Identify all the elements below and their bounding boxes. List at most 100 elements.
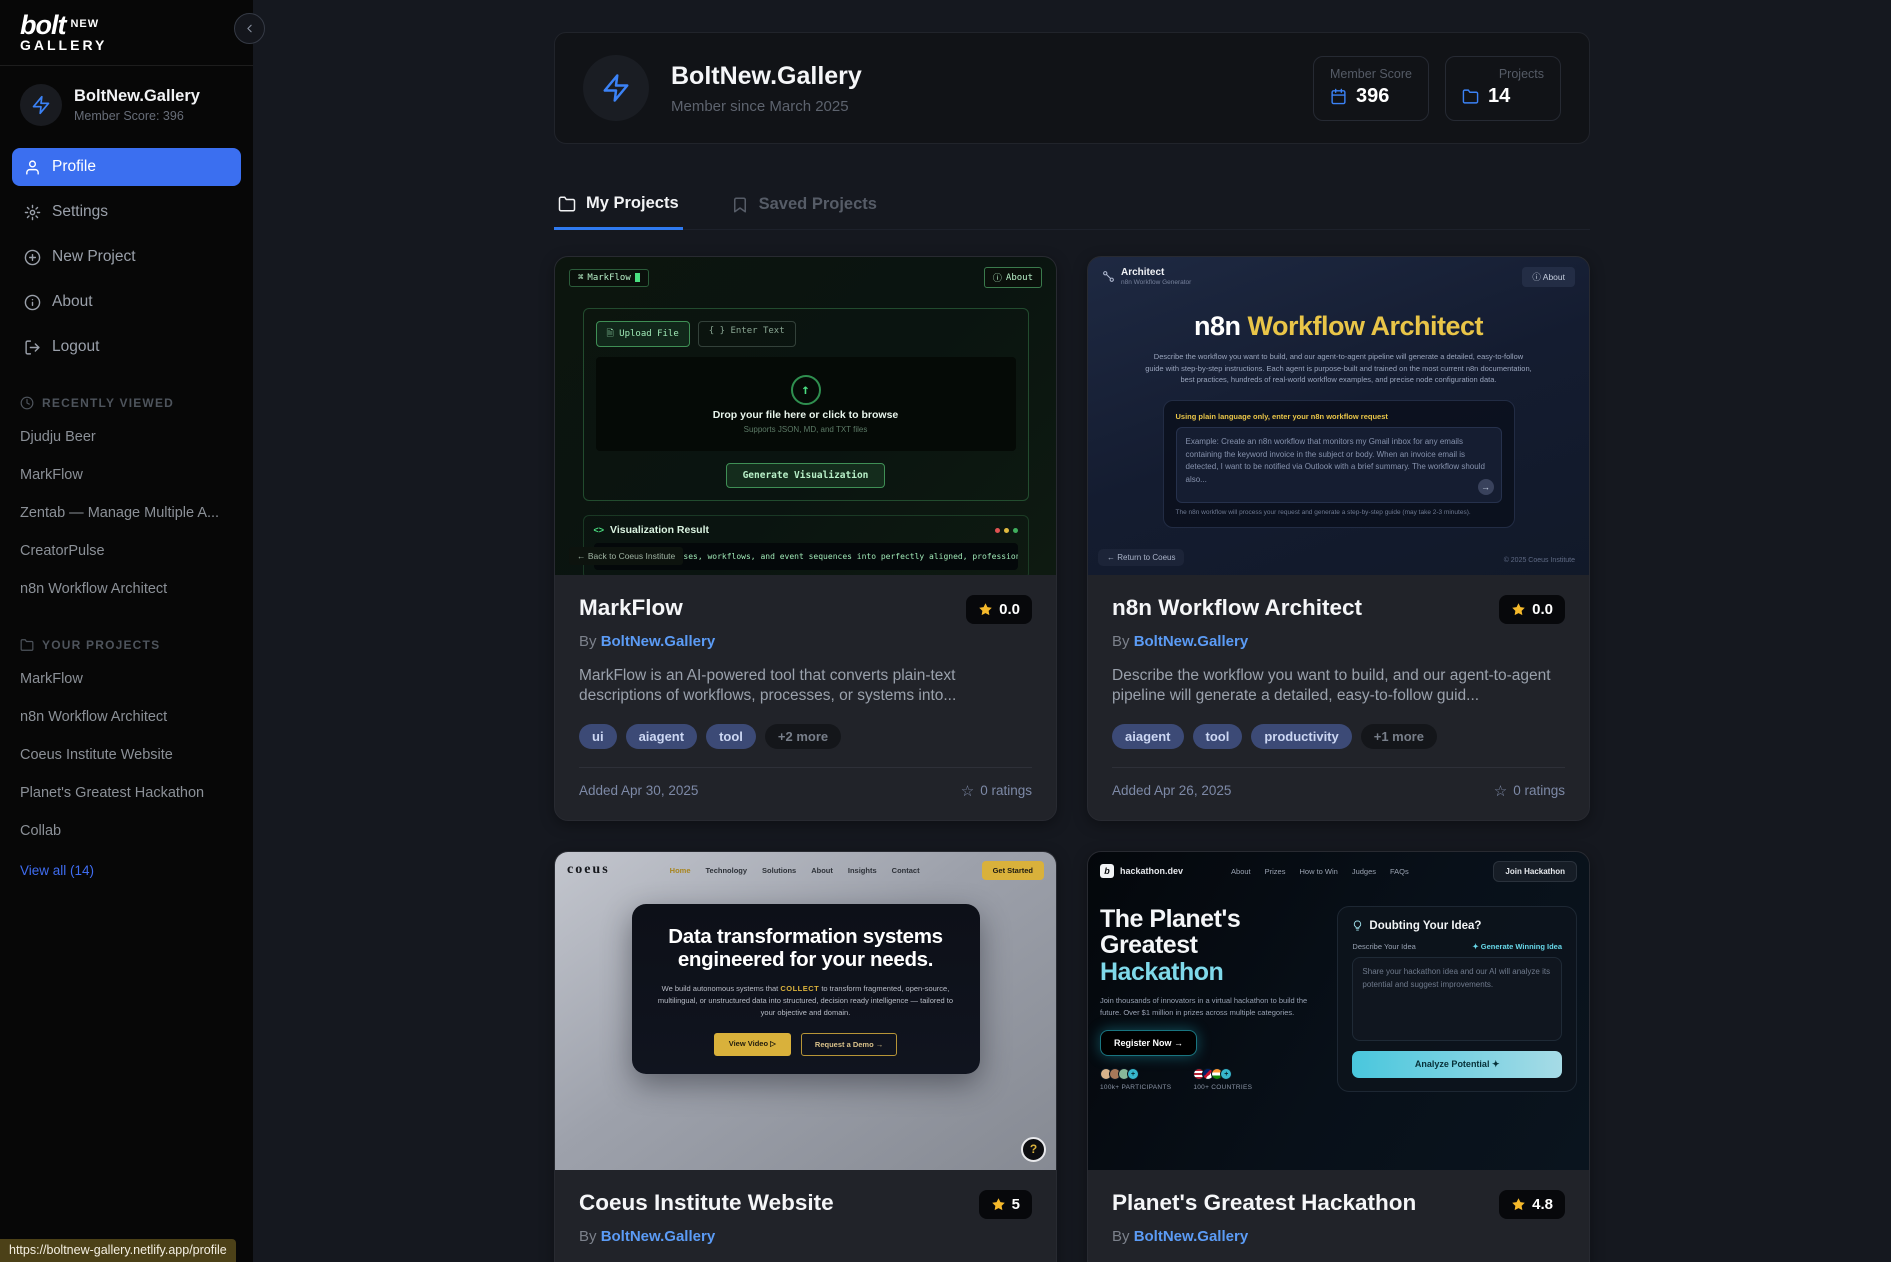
ratings-count[interactable]: ☆ 0 ratings (1494, 782, 1565, 800)
project-thumbnail[interactable]: ⌘ MarkFlow ⓘ About 🗎 Upload File { } Ent… (555, 257, 1056, 575)
stat-value: 14 (1488, 84, 1511, 107)
tag[interactable]: tool (1192, 723, 1243, 749)
traffic-dots (994, 527, 1018, 533)
recent-item[interactable]: CreatorPulse (0, 532, 253, 570)
main-content: BoltNew.Gallery Member since March 2025 … (253, 0, 1891, 1262)
tab-label: Saved Projects (758, 195, 877, 213)
user-icon (26, 159, 39, 175)
logo-new-text: NEW (70, 18, 100, 30)
project-item[interactable]: Planet's Greatest Hackathon (0, 774, 253, 812)
tab-my-projects[interactable]: My Projects (554, 188, 683, 230)
browser-status-url: https://boltnew-gallery.netlify.app/prof… (0, 1239, 236, 1262)
sidebar-item-profile[interactable]: Profile (12, 148, 241, 186)
recent-item[interactable]: Zentab — Manage Multiple A... (0, 494, 253, 532)
project-item[interactable]: Collab (0, 812, 253, 850)
generate-winning-idea-link: ✦ Generate Winning Idea (1472, 941, 1562, 951)
star-icon (979, 603, 992, 616)
zap-icon (32, 95, 50, 115)
your-projects-section: YOUR PROJECTS MarkFlow n8n Workflow Arch… (0, 638, 253, 891)
logout-icon (25, 339, 40, 355)
folder-icon (1462, 88, 1479, 104)
page-title: BoltNew.Gallery (671, 61, 862, 90)
thumb-about-button: ⓘ About (983, 267, 1042, 288)
plus-circle-icon (24, 249, 41, 265)
sidebar: bolt NEW GALLERY BoltNew.Gallery Member … (0, 0, 253, 1262)
project-item[interactable]: MarkFlow (0, 660, 253, 698)
tag[interactable]: tool (706, 723, 756, 749)
project-title[interactable]: MarkFlow (579, 595, 683, 621)
tag[interactable]: ui (579, 723, 617, 749)
project-thumbnail[interactable]: Architect n8n Workflow Generator ⓘ About… (1088, 257, 1589, 575)
project-card-coeus: coeus Home Technology Solutions About In… (554, 850, 1057, 1262)
star-icon (991, 1198, 1005, 1211)
project-item[interactable]: Coeus Institute Website (0, 736, 253, 774)
sidebar-profile-summary: BoltNew.Gallery Member Score: 396 (0, 66, 253, 142)
ratings-count[interactable]: ☆ 0 ratings (961, 782, 1032, 800)
app-window: bolt NEW GALLERY BoltNew.Gallery Member … (0, 0, 1891, 1262)
tag[interactable]: aiagent (1112, 723, 1184, 749)
author-link[interactable]: BoltNew.Gallery (601, 633, 715, 650)
rating-badge: 0.0 (966, 595, 1032, 624)
clock-icon (20, 396, 34, 410)
author-link[interactable]: BoltNew.Gallery (1134, 1228, 1248, 1245)
stat-label: Member Score (1330, 66, 1412, 81)
projects-grid: ⌘ MarkFlow ⓘ About 🗎 Upload File { } Ent… (554, 256, 1590, 1262)
recent-item[interactable]: Djudju Beer (0, 418, 253, 456)
member-score-stat: Member Score 396 (1313, 55, 1429, 121)
sidebar-nav: Profile Settings New Project About Logou… (0, 142, 253, 366)
recent-item[interactable]: n8n Workflow Architect (0, 570, 253, 608)
avatar (20, 84, 62, 126)
folder-icon (20, 639, 34, 651)
nav-label: New Project (52, 248, 136, 265)
author-link[interactable]: BoltNew.Gallery (601, 1228, 715, 1245)
coeus-nav: Home Technology Solutions About Insights… (669, 865, 920, 875)
info-icon (24, 294, 41, 310)
request-demo-button: Request a Demo → (800, 1032, 898, 1056)
idea-textarea: Share your hackathon idea and our AI wil… (1352, 956, 1562, 1041)
project-description: MarkFlow is an AI-powered tool that conv… (579, 667, 957, 705)
project-description: Describe the workflow you want to build,… (1112, 667, 1551, 705)
nav-label: About (52, 293, 93, 310)
member-since: Member since March 2025 (671, 97, 849, 115)
tag[interactable]: aiagent (625, 723, 698, 749)
project-card-markflow: ⌘ MarkFlow ⓘ About 🗎 Upload File { } Ent… (554, 256, 1057, 821)
project-thumbnail[interactable]: b hackathon.dev About Prizes How to Win … (1088, 851, 1589, 1170)
more-tags[interactable]: +1 more (1360, 723, 1437, 749)
code-icon: <> (593, 525, 605, 535)
copyright: © 2025 Coeus Institute (1503, 557, 1575, 564)
rating-badge: 4.8 (1499, 1189, 1565, 1219)
by-label: By (579, 1227, 597, 1245)
dropzone: ↑ Drop your file here or click to browse… (595, 357, 1016, 451)
project-card-hackathon: b hackathon.dev About Prizes How to Win … (1087, 850, 1590, 1262)
logo-gallery-text: GALLERY (20, 37, 108, 53)
project-title[interactable]: Planet's Greatest Hackathon (1112, 1190, 1416, 1216)
project-title[interactable]: n8n Workflow Architect (1112, 595, 1362, 621)
tab-saved-projects[interactable]: Saved Projects (727, 188, 881, 229)
participant-avatars: + (1100, 1068, 1171, 1081)
sidebar-item-settings[interactable]: Settings (12, 193, 241, 231)
star-icon (1512, 1198, 1525, 1211)
bolt-gallery-logo[interactable]: bolt NEW GALLERY (0, 0, 253, 65)
view-all-link[interactable]: View all (14) (0, 850, 253, 891)
author-link[interactable]: BoltNew.Gallery (1134, 633, 1248, 650)
sidebar-item-about[interactable]: About (12, 283, 241, 321)
logo-bolt-text: bolt (20, 10, 66, 40)
chevron-left-icon (247, 24, 252, 33)
recent-item[interactable]: MarkFlow (0, 456, 253, 494)
project-item[interactable]: n8n Workflow Architect (0, 698, 253, 736)
more-tags[interactable]: +2 more (764, 723, 842, 749)
sidebar-profile-score: Member Score: 396 (74, 109, 184, 123)
workflow-request-textarea: Example: Create an n8n workflow that mon… (1175, 426, 1502, 503)
recently-viewed-title: RECENTLY VIEWED (42, 396, 175, 410)
project-thumbnail[interactable]: coeus Home Technology Solutions About In… (555, 851, 1056, 1170)
sidebar-collapse-button[interactable] (234, 13, 265, 44)
gear-icon (24, 204, 41, 220)
project-title[interactable]: Coeus Institute Website (579, 1190, 834, 1216)
sidebar-item-new-project[interactable]: New Project (12, 238, 241, 276)
by-label: By (1112, 633, 1130, 650)
sidebar-item-logout[interactable]: Logout (12, 328, 241, 366)
get-started-button: Get Started (981, 860, 1044, 880)
star-outline-icon: ☆ (960, 782, 975, 800)
tag[interactable]: productivity (1251, 723, 1352, 749)
recently-viewed-section: RECENTLY VIEWED Djudju Beer MarkFlow Zen… (0, 396, 253, 608)
